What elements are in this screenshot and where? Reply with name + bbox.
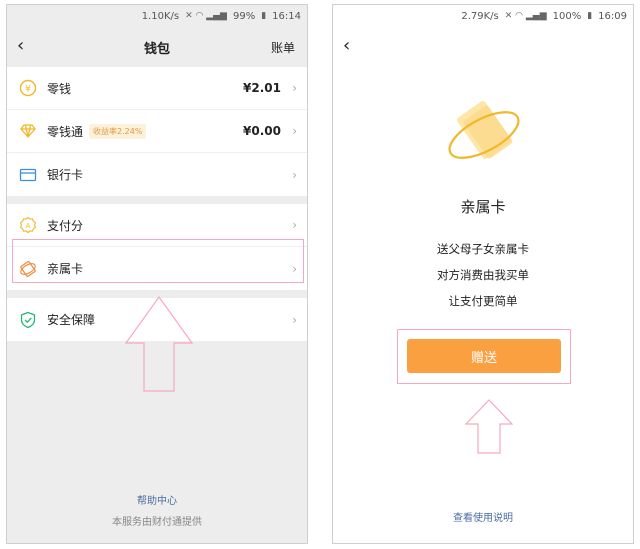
list-item-change[interactable]: ¥ 零钱 ¥2.01 › bbox=[7, 67, 307, 110]
list-item-label: 零钱通 bbox=[47, 124, 84, 139]
network-speed: 2.79K/s bbox=[461, 10, 499, 22]
balance-value: ¥0.00 bbox=[243, 124, 281, 138]
svg-text:A: A bbox=[26, 222, 31, 230]
list-item-label: 安全保障 bbox=[47, 313, 96, 327]
coin-icon: ¥ bbox=[19, 79, 37, 97]
clock: 16:09 bbox=[598, 10, 627, 22]
status-bar: 2.79K/s ✕ ◠ ▂▄▆ 100% ▮ 16:09 bbox=[333, 5, 633, 27]
score-icon: A bbox=[19, 216, 37, 234]
family-card-illustration bbox=[448, 100, 520, 160]
back-icon[interactable]: ‹ bbox=[343, 35, 350, 56]
list-item-label: 零钱 bbox=[47, 81, 72, 96]
desc-line: 送父母子女亲属卡 bbox=[437, 242, 529, 256]
page-title: 钱包 bbox=[143, 41, 170, 57]
wallet-screen: 1.10K/s ✕ ◠ ▂▄▆ 99% ▮ 16:14 ‹ 钱包 账单 ¥ 零钱… bbox=[6, 4, 308, 544]
annotation-arrow bbox=[124, 295, 194, 392]
list-item-bank-card[interactable]: 银行卡 › bbox=[7, 153, 307, 196]
chevron-right-icon: › bbox=[292, 81, 297, 95]
clock: 16:14 bbox=[272, 10, 301, 22]
signal-icon: ✕ ◠ ▂▄▆ bbox=[504, 11, 547, 21]
help-center-link[interactable]: 帮助中心 bbox=[7, 492, 307, 507]
chevron-right-icon: › bbox=[292, 167, 297, 182]
usage-guide-link[interactable]: 查看使用说明 bbox=[333, 509, 633, 524]
list-item-lingqiantong[interactable]: 零钱通 收益率2.24% ¥0.00 › bbox=[7, 110, 307, 153]
divider bbox=[7, 196, 307, 204]
family-card-screen: 2.79K/s ✕ ◠ ▂▄▆ 100% ▮ 16:09 ‹ 亲属卡 送父母子女… bbox=[332, 4, 634, 544]
chevron-right-icon: › bbox=[292, 312, 297, 327]
status-bar: 1.10K/s ✕ ◠ ▂▄▆ 99% ▮ 16:14 bbox=[7, 5, 307, 27]
network-speed: 1.10K/s bbox=[141, 10, 180, 22]
battery-icon: ▮ bbox=[261, 11, 267, 21]
annotation-arrow bbox=[464, 399, 514, 454]
wallet-group-1: ¥ 零钱 ¥2.01 › 零钱通 收益率2.24% ¥0.00 › 银行卡 › bbox=[7, 67, 307, 196]
desc-line: 对方消费由我买单 bbox=[437, 268, 529, 282]
desc-line: 让支付更简单 bbox=[448, 294, 518, 308]
battery-icon: ▮ bbox=[587, 11, 593, 21]
signal-icon: ✕ ◠ ▂▄▆ bbox=[185, 11, 227, 21]
diamond-icon bbox=[19, 122, 37, 140]
svg-text:¥: ¥ bbox=[25, 85, 31, 95]
shield-icon bbox=[19, 311, 37, 329]
chevron-right-icon: › bbox=[292, 218, 297, 232]
nav-bar: ‹ 钱包 账单 bbox=[7, 27, 307, 67]
yield-badge: 收益率2.24% bbox=[89, 123, 147, 139]
battery-level: 99% bbox=[232, 10, 256, 22]
balance-value: ¥2.01 bbox=[243, 81, 281, 95]
back-icon[interactable]: ‹ bbox=[17, 35, 24, 56]
nav-bar: ‹ bbox=[333, 27, 633, 67]
gift-button[interactable]: 赠送 bbox=[407, 339, 561, 373]
list-item-label: 支付分 bbox=[47, 218, 84, 233]
highlight-box bbox=[12, 239, 304, 283]
page-title: 亲属卡 bbox=[460, 198, 506, 216]
chevron-right-icon: › bbox=[292, 124, 297, 138]
list-item-label: 银行卡 bbox=[47, 168, 84, 182]
bank-card-icon bbox=[19, 166, 37, 184]
battery-level: 100% bbox=[552, 10, 582, 22]
bill-link[interactable]: 账单 bbox=[271, 39, 295, 56]
provider-text: 本服务由财付通提供 bbox=[112, 517, 202, 528]
